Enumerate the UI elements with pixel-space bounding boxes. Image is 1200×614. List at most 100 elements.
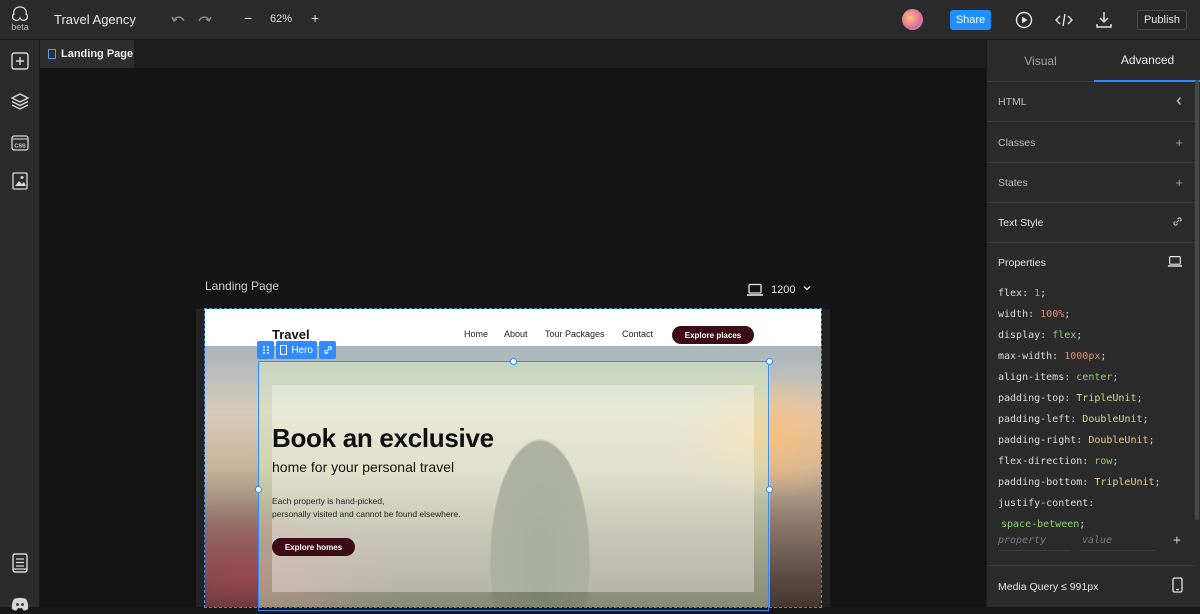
css-property-row[interactable]: flex: 1; [998, 283, 1188, 304]
css-property-value[interactable]: space-between [1001, 519, 1079, 530]
zoom-in-button[interactable]: + [311, 10, 319, 26]
css-semicolon: ; [1112, 372, 1119, 383]
tab-advanced[interactable]: Advanced [1094, 40, 1200, 82]
css-property-value[interactable]: center [1076, 372, 1112, 383]
css-property-row[interactable]: padding-top: TripleUnit; [998, 388, 1188, 409]
css-property-row[interactable]: display: flex; [998, 325, 1188, 346]
css-property-value[interactable]: TripleUnit [1076, 393, 1136, 404]
css-property-value[interactable]: row [1094, 456, 1112, 467]
css-property-row[interactable]: flex-direction: row; [998, 451, 1188, 472]
css-property-row[interactable]: align-items: center; [998, 367, 1188, 388]
frame-label[interactable]: Landing Page [205, 279, 279, 293]
css-property-value[interactable]: 100% [1040, 309, 1064, 320]
section-properties[interactable]: Properties [987, 243, 1195, 283]
resize-handle-top[interactable] [510, 358, 517, 365]
media-icon[interactable] [10, 171, 30, 191]
section-classes[interactable]: Classes + [987, 123, 1195, 163]
laptop-icon[interactable] [746, 283, 764, 297]
selection-toolbar: Hero [257, 341, 336, 359]
app-logo[interactable]: beta [8, 6, 32, 36]
publish-button[interactable]: Publish [1137, 10, 1187, 30]
css-property-value[interactable]: TripleUnit [1094, 477, 1154, 488]
css-semicolon: ; [1064, 309, 1071, 320]
logo-icon [11, 6, 29, 22]
media-query-label: Media Query ≤ 991px [998, 580, 1099, 593]
css-property-key: flex: [998, 288, 1035, 299]
css-property-key: padding-right: [998, 435, 1089, 446]
properties-panel: Visual Advanced HTML Classes + States + … [986, 40, 1200, 607]
css-icon[interactable]: CSS [10, 132, 30, 152]
layers-icon[interactable] [10, 91, 30, 111]
share-button[interactable]: Share [950, 10, 991, 30]
css-property-row[interactable]: padding-bottom: TripleUnit; [998, 472, 1188, 493]
section-states[interactable]: States + [987, 163, 1195, 203]
link-icon[interactable] [319, 341, 336, 359]
code-icon[interactable] [1054, 10, 1074, 30]
undo-icon[interactable] [168, 10, 188, 30]
mobile-device-icon[interactable] [1172, 577, 1183, 596]
css-property-row[interactable]: max-width: 1000px; [998, 346, 1188, 367]
nav-link-about[interactable]: About [504, 329, 528, 339]
svg-text:CSS: CSS [14, 144, 26, 150]
tab-label: Landing Page [61, 48, 134, 60]
laptop-icon[interactable] [1167, 255, 1183, 271]
panel-scrollbar[interactable] [1195, 80, 1199, 520]
plus-icon[interactable]: + [1175, 175, 1183, 190]
download-icon[interactable] [1094, 10, 1114, 30]
css-property-value[interactable]: DoubleUnit [1082, 414, 1142, 425]
css-property-key: padding-bottom: [998, 477, 1095, 488]
redo-icon[interactable] [195, 10, 215, 30]
css-property-value[interactable]: flex [1052, 330, 1076, 341]
add-element-icon[interactable] [10, 51, 30, 71]
css-property-value[interactable]: DoubleUnit [1088, 435, 1148, 446]
css-semicolon: ; [1100, 351, 1107, 362]
section-html[interactable]: HTML [987, 82, 1195, 122]
selected-element-tag[interactable]: Hero [276, 341, 317, 359]
chevron-left-icon[interactable] [1175, 94, 1183, 109]
tab-landing-page[interactable]: Landing Page [40, 40, 134, 68]
css-property-key: padding-left: [998, 414, 1083, 425]
css-property-key: width: [998, 309, 1041, 320]
css-property-value[interactable]: 1000px [1064, 351, 1100, 362]
section-label: Properties [998, 257, 1046, 269]
css-property-row[interactable]: justify-content: space-between; [998, 493, 1188, 535]
new-property-input[interactable]: property [998, 535, 1046, 546]
resize-handle-right[interactable] [766, 486, 773, 493]
breakpoint-width[interactable]: 1200 [771, 284, 795, 296]
new-value-input[interactable]: value [1082, 535, 1112, 546]
page-icon [48, 49, 56, 59]
tab-visual[interactable]: Visual [987, 40, 1094, 82]
css-property-row[interactable]: padding-right: DoubleUnit; [998, 430, 1188, 451]
css-properties-list[interactable]: flex: 1; width: 100%; display: flex; max-wi… [998, 283, 1188, 535]
new-property-row: property value + [998, 533, 1188, 551]
docs-icon[interactable] [10, 553, 30, 573]
nav-link-tour-packages[interactable]: Tour Packages [545, 329, 605, 339]
plus-icon[interactable]: + [1175, 135, 1183, 150]
css-property-row[interactable]: padding-left: DoubleUnit; [998, 409, 1188, 430]
project-title[interactable]: Travel Agency [54, 12, 136, 27]
preview-play-icon[interactable] [1014, 10, 1034, 30]
css-property-key: justify-content: [998, 498, 1095, 509]
resize-handle-top-right[interactable] [766, 358, 773, 365]
chevron-down-icon[interactable] [802, 283, 812, 296]
css-semicolon: ; [1076, 330, 1083, 341]
zoom-out-button[interactable]: − [244, 10, 252, 26]
nav-link-home[interactable]: Home [464, 329, 488, 339]
css-semicolon: ; [1154, 477, 1161, 488]
input-underline [1080, 550, 1155, 551]
selection-outline[interactable] [258, 361, 769, 611]
drag-handle-icon[interactable] [257, 341, 274, 359]
nav-link-contact[interactable]: Contact [622, 329, 653, 339]
add-property-plus-icon[interactable]: + [1173, 533, 1181, 548]
css-semicolon: ; [1148, 435, 1155, 446]
resize-handle-left[interactable] [255, 486, 262, 493]
avatar[interactable] [902, 9, 923, 30]
discord-icon[interactable] [10, 594, 30, 614]
media-query-section[interactable]: Media Query ≤ 991px [987, 565, 1195, 607]
explore-places-button[interactable]: Explore places [672, 326, 754, 344]
section-text-style[interactable]: Text Style [987, 203, 1195, 243]
brand-logo-text[interactable]: Travel [272, 327, 310, 342]
css-property-row[interactable]: width: 100%; [998, 304, 1188, 325]
zoom-level[interactable]: 62% [270, 13, 292, 25]
link-icon[interactable] [1172, 215, 1183, 230]
